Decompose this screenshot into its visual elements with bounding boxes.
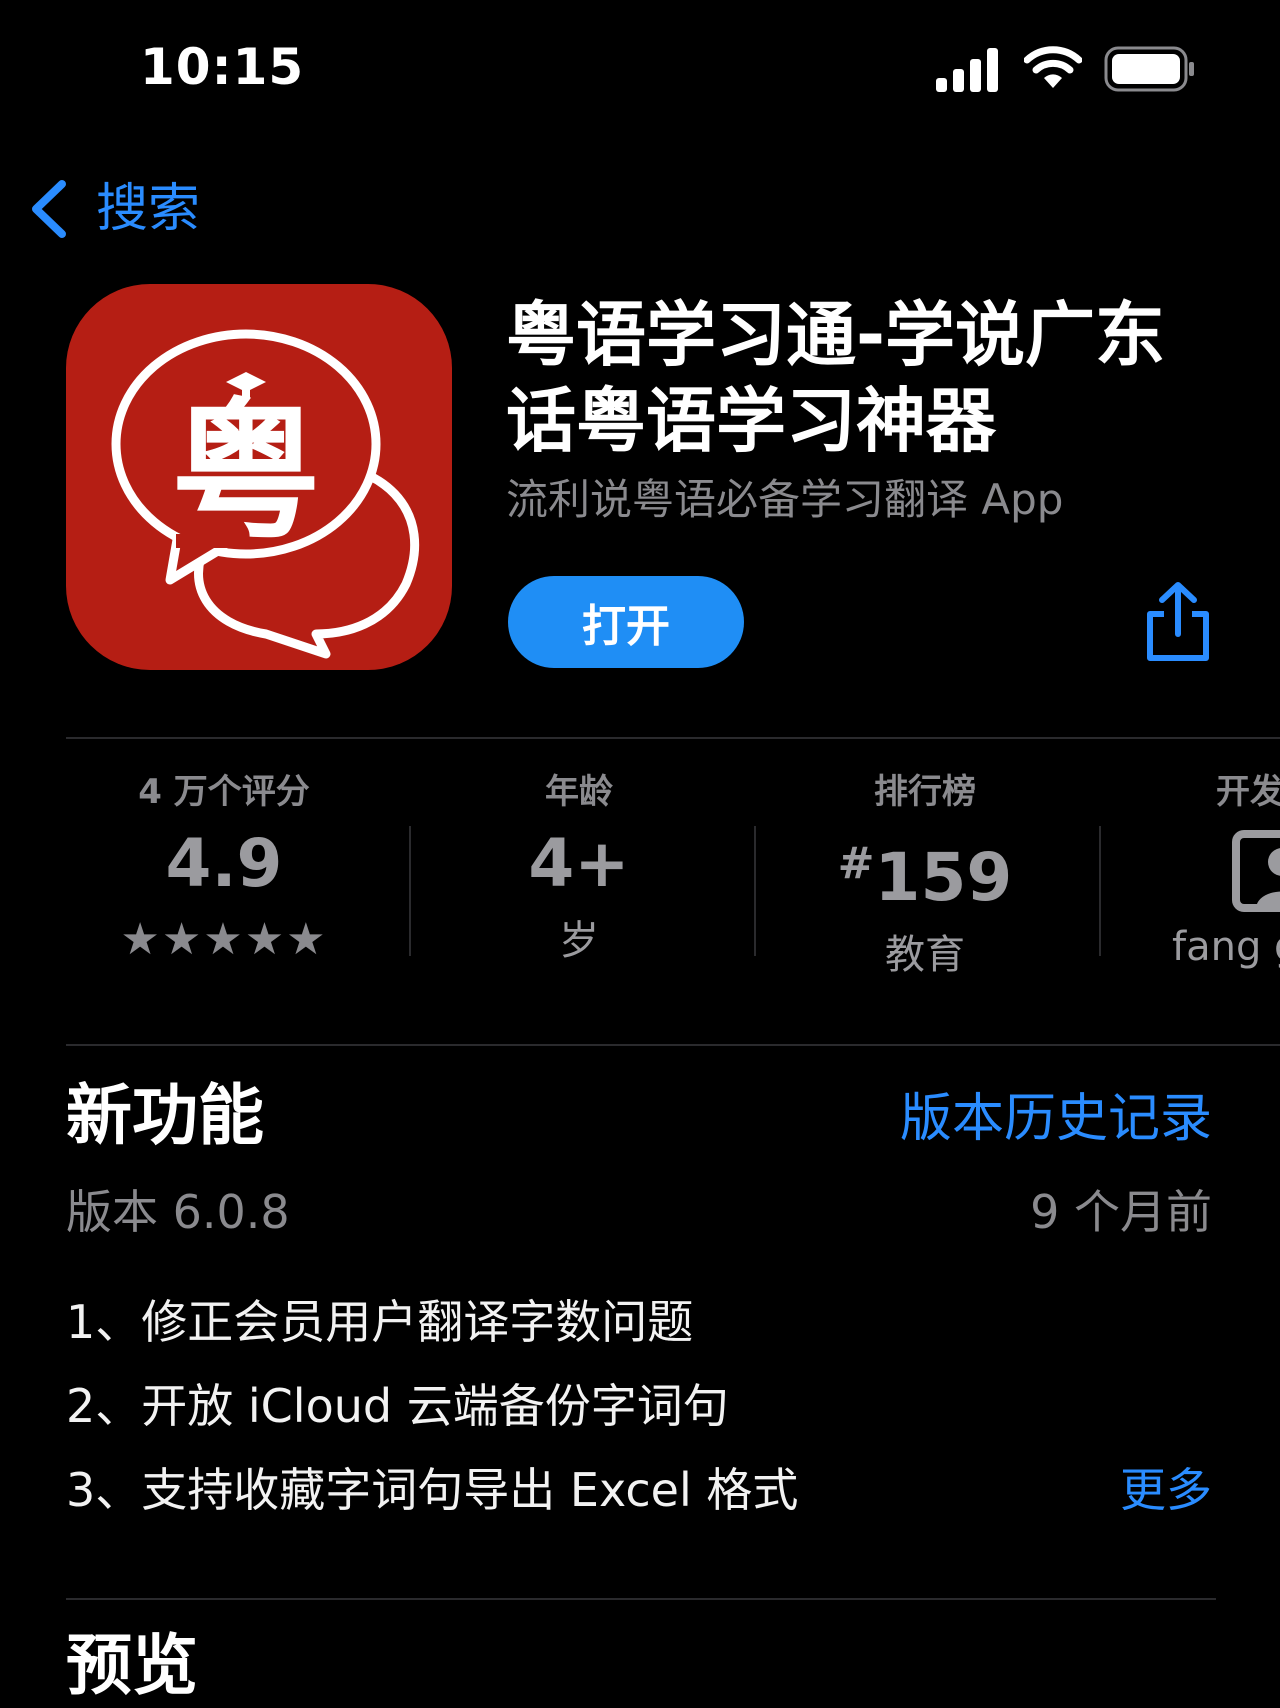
version-label: 版本 6.0.8 [66,1185,290,1239]
release-note: 1、修正会员用户翻译字数问题 [66,1295,694,1349]
update-time: 9 个月前 [1030,1185,1212,1239]
developer-name: fang g [1172,924,1280,970]
chart-category: 教育 [885,932,965,978]
age-unit: 岁 [559,918,599,964]
rating-value: 4.9 [165,825,283,902]
age-value: 4+ [528,825,630,902]
status-time: 10:15 [140,38,305,96]
developer-label: 开发 [1216,772,1280,812]
chart-rank-prefix: # [837,838,875,889]
divider [409,826,411,956]
release-note: 2、开放 iCloud 云端备份字词句 [66,1379,729,1433]
ratings-label: 4 万个评分 [138,772,310,812]
release-note: 3、支持收藏字词句导出 Excel 格式 [66,1463,799,1517]
app-icon: 粤 [66,284,452,670]
developer-info[interactable]: 开发 fang g [1160,770,1280,974]
divider [1099,826,1101,956]
chart-rank: #159 [772,814,1078,928]
app-icon-glyph: 粤 [171,386,321,560]
divider [754,826,756,956]
app-subtitle: 流利说粤语必备学习翻译 App [506,475,1064,524]
app-title: 粤语学习通-学说广东话粤语学习神器 [506,294,1166,462]
chevron-left-icon[interactable] [28,178,70,240]
share-icon[interactable] [1142,582,1214,662]
divider [66,737,1280,739]
chart-info[interactable]: 排行榜 #159 教育 [772,770,1078,982]
chart-rank-number: 159 [874,839,1013,916]
more-link[interactable]: 更多 [1120,1460,1212,1520]
age-label: 年龄 [545,772,613,812]
battery-icon [1104,46,1194,92]
open-button[interactable]: 打开 [508,576,744,668]
chart-label: 排行榜 [874,772,976,812]
whats-new-title: 新功能 [66,1077,264,1154]
age-info[interactable]: 年龄 4+ 岁 [426,770,732,968]
divider [66,1044,1280,1046]
version-history-link[interactable]: 版本历史记录 [900,1086,1212,1152]
divider [66,1598,1216,1600]
back-button[interactable]: 搜索 [96,178,200,240]
star-rating: ★★★★★ [120,914,328,965]
ratings-info[interactable]: 4 万个评分 4.9 ★★★★★ [66,770,382,965]
preview-title: 预览 [66,1627,198,1704]
cellular-signal-icon [936,48,998,92]
person-icon [1232,830,1280,912]
wifi-icon [1024,46,1082,88]
